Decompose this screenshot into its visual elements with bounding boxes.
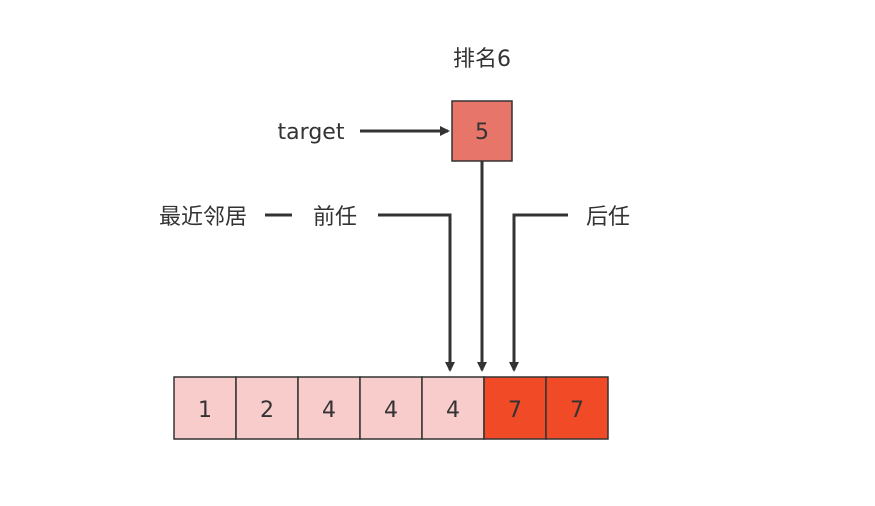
target-value: 5 — [475, 120, 489, 145]
array-cell-value: 7 — [570, 398, 584, 423]
predecessor-label: 前任 — [313, 205, 357, 230]
array-cell-value: 1 — [198, 398, 212, 423]
predecessor-arrow — [378, 213, 455, 372]
successor-label: 后任 — [586, 205, 630, 230]
array-cell-value: 7 — [508, 398, 522, 423]
array-cell-value: 2 — [260, 398, 274, 423]
target-label: target — [278, 120, 345, 145]
diagram-canvas: 排名6 5 target 最近邻居 前任 后任 1 2 4 4 4 7 7 — [159, 47, 630, 440]
successor-arrow — [509, 213, 568, 372]
sorted-array: 1 2 4 4 4 7 7 — [173, 376, 609, 440]
array-cell-value: 4 — [384, 398, 398, 423]
rank-label: 排名6 — [453, 47, 511, 72]
nearest-neighbor-label: 最近邻居 — [159, 205, 247, 230]
array-cell-value: 4 — [446, 398, 460, 423]
array-cell-value: 4 — [322, 398, 336, 423]
